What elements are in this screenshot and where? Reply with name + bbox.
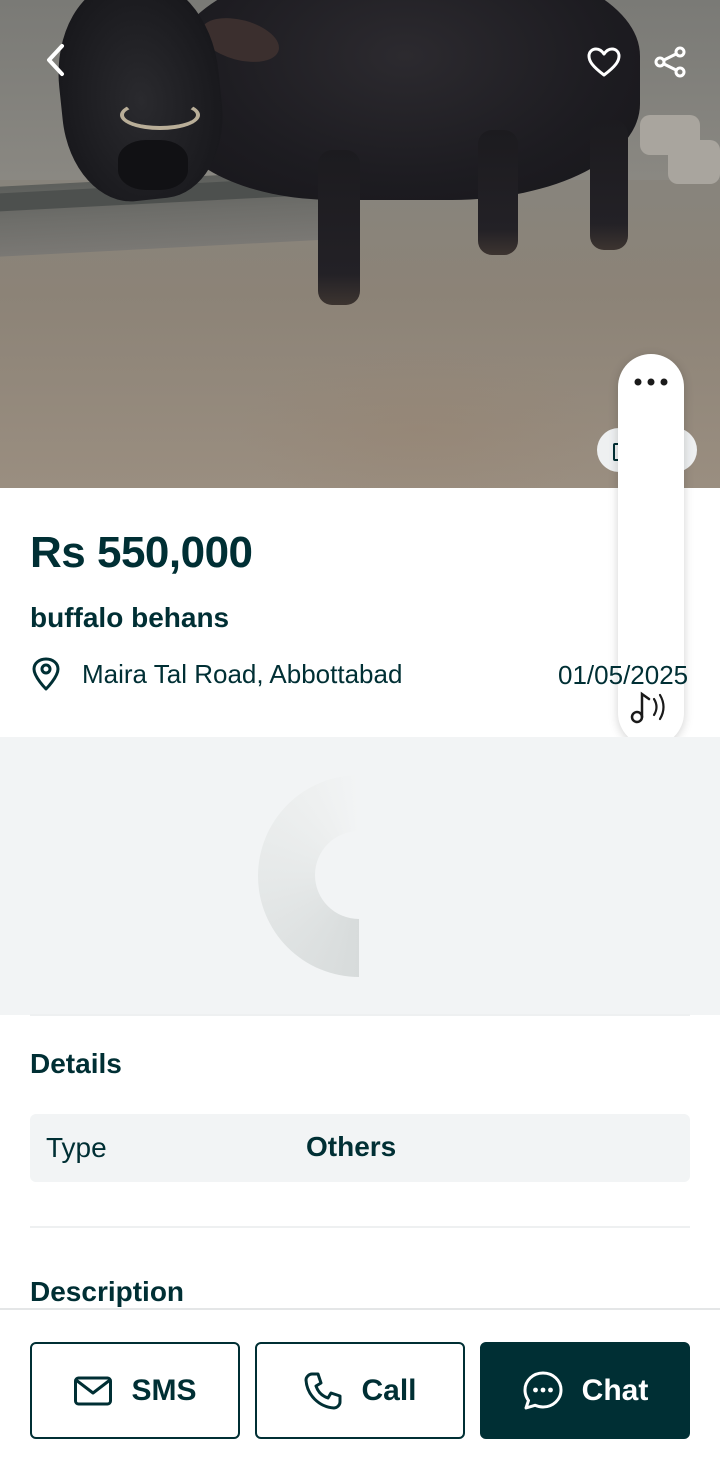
sms-label: SMS — [131, 1373, 197, 1407]
listing-photo[interactable] — [0, 0, 720, 488]
photo-rope — [120, 100, 200, 130]
more-button[interactable] — [633, 374, 669, 392]
photo-buffalo-leg — [318, 150, 360, 305]
chat-bubble-icon — [523, 1371, 563, 1409]
loading-spinner — [258, 775, 460, 977]
heart-icon — [587, 47, 621, 77]
favorite-button[interactable] — [584, 42, 624, 82]
description-heading: Description — [30, 1276, 185, 1307]
mail-icon — [74, 1376, 113, 1405]
sms-button[interactable]: SMS — [30, 1342, 240, 1439]
location-row: Maira Tal Road, Abbottabad 01/05/2025 — [30, 654, 690, 694]
photo-buffalo-leg — [478, 130, 518, 255]
chat-label: Chat — [581, 1373, 649, 1407]
chat-button[interactable]: Chat — [480, 1342, 690, 1439]
listing-location: Maira Tal Road, Abbottabad — [82, 658, 403, 689]
section-divider — [30, 1014, 690, 1016]
contact-action-bar: SMS Call Chat — [0, 1308, 720, 1467]
call-label: Call — [361, 1373, 417, 1407]
share-icon — [654, 46, 686, 78]
listing-price: Rs 550,000 — [30, 528, 253, 577]
map-preview[interactable] — [0, 737, 720, 1015]
map-pin-icon — [32, 657, 60, 691]
detail-value: Others — [306, 1131, 397, 1162]
back-button[interactable] — [36, 40, 76, 80]
music-note-icon — [630, 691, 665, 724]
photo-buffalo-nose — [118, 140, 188, 190]
detail-row-type: Type Others — [30, 1114, 690, 1182]
details-heading: Details — [30, 1048, 122, 1079]
section-divider — [30, 1226, 690, 1228]
more-dots-icon — [634, 378, 668, 386]
call-button[interactable]: Call — [255, 1342, 465, 1439]
listing-date: 01/05/2025 — [558, 660, 689, 690]
audio-button[interactable] — [630, 689, 672, 730]
listing-title: buffalo behans — [30, 602, 230, 633]
phone-icon — [304, 1372, 342, 1409]
photo-buffalo-leg — [590, 120, 628, 250]
photo-stone — [668, 140, 720, 184]
detail-label: Type — [46, 1132, 107, 1163]
chevron-left-icon — [47, 44, 64, 76]
share-button[interactable] — [650, 42, 690, 82]
